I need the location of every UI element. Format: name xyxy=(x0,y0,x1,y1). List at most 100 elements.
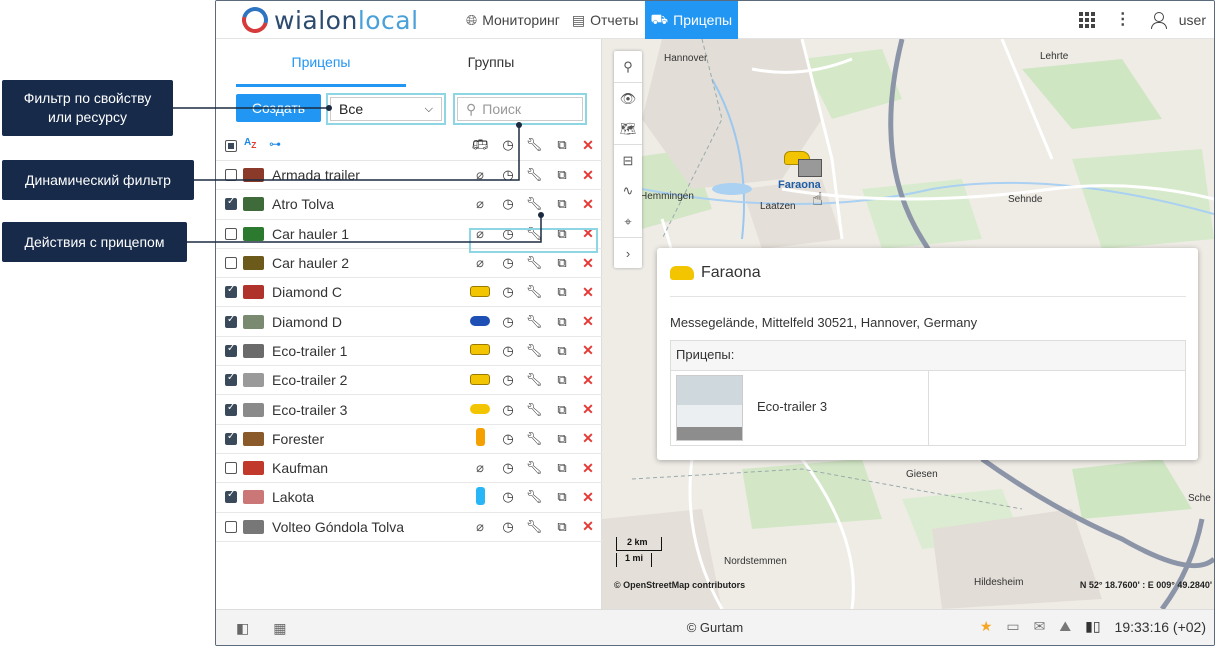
trailer-name[interactable]: Diamond D xyxy=(272,314,342,330)
delete-icon[interactable]: ✕ xyxy=(578,255,598,272)
trailer-name[interactable]: Kaufman xyxy=(272,460,328,476)
trailer-name[interactable]: Car hauler 2 xyxy=(272,255,349,271)
more-menu-icon[interactable]: ⋮ xyxy=(1115,12,1131,28)
history-icon[interactable]: ◷ xyxy=(498,431,518,447)
row-checkbox[interactable] xyxy=(225,314,237,328)
nav-reports[interactable]: ▤ Отчеты xyxy=(566,1,645,39)
popup-trailer-name[interactable]: Eco-trailer 3 xyxy=(757,399,827,414)
trailer-name[interactable]: Eco-trailer 3 xyxy=(272,402,347,418)
map-expand-icon[interactable]: › xyxy=(614,237,642,268)
row-checkbox[interactable] xyxy=(225,489,237,504)
delete-icon[interactable]: ✕ xyxy=(578,460,598,477)
trailer-row[interactable]: Volteo Góndola Tolva ⌀ ◷ 🔧︎ ⧉ ✕ xyxy=(216,513,602,542)
properties-wrench-icon[interactable]: 🔧︎ xyxy=(524,196,544,212)
trailer-row[interactable]: Atro Tolva ⌀ ◷ 🔧︎ ⧉ ✕ xyxy=(216,190,602,220)
map-layers-icon[interactable]: 🗺︎ xyxy=(614,113,642,144)
map-ruler-icon[interactable]: ⊟ xyxy=(614,144,642,175)
copy-icon[interactable]: ⧉ xyxy=(552,372,572,388)
trailer-row[interactable]: Diamond C ◷ 🔧︎ ⧉ ✕ xyxy=(216,278,602,308)
history-icon[interactable]: ◷ xyxy=(498,284,518,300)
delete-icon[interactable]: ✕ xyxy=(578,401,598,418)
unlinked-unit-icon[interactable]: ⌀ xyxy=(470,255,490,271)
create-button[interactable]: Создать xyxy=(236,94,321,122)
trailer-name[interactable]: Lakota xyxy=(272,489,314,505)
delete-icon[interactable]: ✕ xyxy=(578,196,598,213)
row-checkbox[interactable] xyxy=(225,372,237,387)
row-checkbox[interactable] xyxy=(225,284,237,299)
map-route-icon[interactable]: ∿ xyxy=(614,175,642,206)
row-checkbox[interactable] xyxy=(225,169,237,182)
unlinked-unit-icon[interactable]: ⌀ xyxy=(470,196,490,212)
map-geofence-icon[interactable]: ⌖ xyxy=(614,206,642,237)
delete-icon[interactable]: ✕ xyxy=(578,430,598,447)
row-checkbox[interactable] xyxy=(225,520,237,533)
trailer-row[interactable]: Diamond D ◷ 🔧︎ ⧉ ✕ xyxy=(216,307,602,337)
trailer-row[interactable]: Car hauler 2 ⌀ ◷ 🔧︎ ⧉ ✕ xyxy=(216,249,602,279)
property-filter-select[interactable]: Все ⌵ xyxy=(326,93,446,125)
gallery-icon[interactable]: ⛰︎ xyxy=(1059,618,1071,635)
wialon-logo[interactable]: wialonlocal xyxy=(237,2,419,38)
user-menu[interactable]: user xyxy=(1150,12,1206,29)
linked-unit-icon[interactable] xyxy=(470,285,490,300)
copy-icon[interactable]: ⧉ xyxy=(552,255,572,271)
map-visibility-icon[interactable]: 👁︎ xyxy=(614,82,642,113)
favorite-star-icon[interactable]: ★ xyxy=(980,618,993,635)
history-icon[interactable]: ◷ xyxy=(498,343,518,359)
row-checkbox[interactable] xyxy=(225,402,237,416)
delete-icon[interactable]: ✕ xyxy=(578,167,598,184)
delete-icon[interactable]: ✕ xyxy=(578,284,598,301)
copy-icon[interactable]: ⧉ xyxy=(552,519,572,535)
unlinked-unit-icon[interactable]: ⌀ xyxy=(470,460,490,476)
unlinked-unit-icon[interactable]: ⌀ xyxy=(470,519,490,535)
trailer-row[interactable]: Lakota ◷ 🔧︎ ⧉ ✕ xyxy=(216,483,602,513)
copy-icon[interactable]: ⧉ xyxy=(552,167,572,183)
delete-icon[interactable]: ✕ xyxy=(578,313,598,330)
properties-wrench-icon[interactable]: 🔧︎ xyxy=(524,314,544,330)
trailer-name[interactable]: Eco-trailer 2 xyxy=(272,372,347,388)
nav-monitoring[interactable]: 🌐︎ Мониторинг xyxy=(460,1,566,39)
properties-wrench-icon[interactable]: 🔧︎ xyxy=(524,255,544,271)
trailer-name[interactable]: Car hauler 1 xyxy=(272,226,349,242)
copy-icon[interactable]: ⧉ xyxy=(552,284,572,300)
properties-wrench-icon[interactable]: 🔧︎ xyxy=(524,167,544,183)
messages-icon[interactable]: ✉︎ xyxy=(1034,618,1046,635)
delete-icon[interactable]: ✕ xyxy=(578,489,598,506)
copy-icon[interactable]: ⧉ xyxy=(552,431,572,447)
tab-groups[interactable]: Группы xyxy=(406,39,576,87)
delete-icon[interactable]: ✕ xyxy=(578,342,598,359)
row-checkbox[interactable] xyxy=(225,431,237,445)
properties-wrench-icon[interactable]: 🔧︎ xyxy=(524,460,544,476)
properties-wrench-icon[interactable]: 🔧︎ xyxy=(524,402,544,418)
apps-grid-icon[interactable] xyxy=(1078,12,1095,28)
trailer-row[interactable]: Forester ◷ 🔧︎ ⧉ ✕ xyxy=(216,425,602,454)
row-checkbox[interactable] xyxy=(225,343,237,357)
delete-icon[interactable]: ✕ xyxy=(578,372,598,389)
properties-wrench-icon[interactable]: 🔧︎ xyxy=(524,372,544,388)
hierarchy-icon[interactable]: ⊶ xyxy=(269,137,281,151)
row-checkbox[interactable] xyxy=(225,196,237,211)
layout-icon[interactable]: ▮▯ xyxy=(1085,618,1100,635)
dynamic-filter-search[interactable]: ⚲ Поиск xyxy=(453,93,587,125)
history-icon[interactable]: ◷ xyxy=(498,519,518,535)
trailer-row[interactable]: Eco-trailer 3 ◷ 🔧︎ ⧉ ✕ xyxy=(216,395,602,425)
history-icon[interactable]: ◷ xyxy=(498,314,518,330)
select-all-checkbox[interactable] xyxy=(225,140,237,152)
trailer-row[interactable]: Eco-trailer 1 ◷ 🔧︎ ⧉ ✕ xyxy=(216,337,602,367)
history-icon[interactable]: ◷ xyxy=(498,372,518,388)
linked-unit-icon[interactable] xyxy=(470,314,490,329)
copy-icon[interactable]: ⧉ xyxy=(552,314,572,330)
properties-wrench-icon[interactable]: 🔧︎ xyxy=(524,519,544,535)
history-icon[interactable]: ◷ xyxy=(498,255,518,271)
copy-icon[interactable]: ⧉ xyxy=(552,343,572,359)
row-checkbox[interactable] xyxy=(225,462,237,475)
map-search-icon[interactable]: ⚲ xyxy=(614,51,642,82)
trailer-name[interactable]: Diamond C xyxy=(272,284,342,300)
properties-wrench-icon[interactable]: 🔧︎ xyxy=(524,489,544,505)
properties-wrench-icon[interactable]: 🔧︎ xyxy=(524,284,544,300)
properties-wrench-icon[interactable]: 🔧︎ xyxy=(524,343,544,359)
nav-trailers[interactable]: ⛟ Прицепы xyxy=(644,1,739,39)
trailer-name[interactable]: Atro Tolva xyxy=(272,196,334,212)
history-icon[interactable]: ◷ xyxy=(498,460,518,476)
trailer-marker-icon[interactable] xyxy=(798,159,822,177)
row-checkbox[interactable] xyxy=(225,227,237,240)
